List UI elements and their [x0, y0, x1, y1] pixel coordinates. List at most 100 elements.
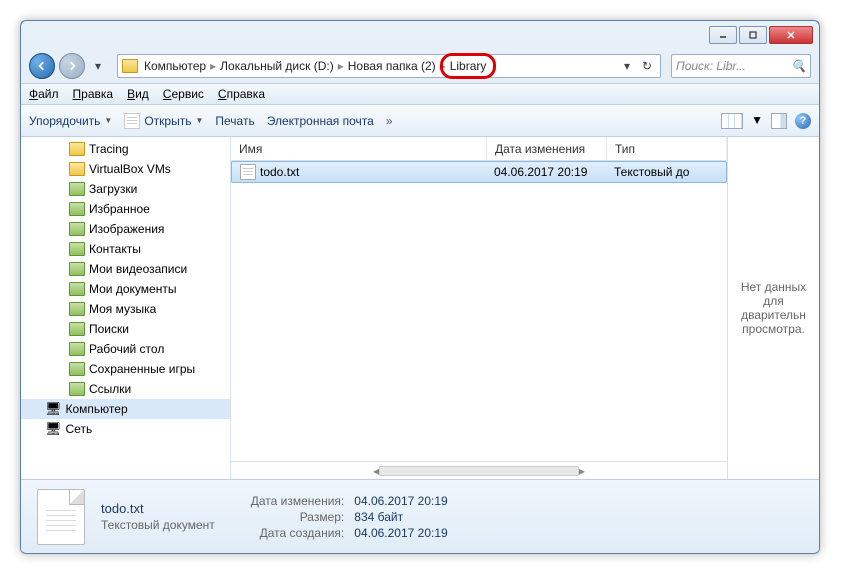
forward-button[interactable]	[59, 53, 85, 79]
sidebar-item-label: Избранное	[89, 202, 150, 216]
sidebar-item[interactable]: Мои документы	[21, 279, 230, 299]
menu-tools[interactable]: Сервис	[163, 87, 204, 101]
menu-bar: Файл Правка Вид Сервис Справка	[21, 83, 819, 105]
search-placeholder: Поиск: Libr...	[676, 59, 746, 73]
special-icon	[69, 202, 85, 216]
sidebar-item[interactable]: Ссылки	[21, 379, 230, 399]
details-filetype: Текстовый документ	[101, 518, 215, 532]
preview-empty-text: Нет данных для дварительн просмотра.	[736, 280, 811, 336]
breadcrumb-item[interactable]: Новая папка (2)	[346, 59, 438, 73]
prop-label: Размер:	[251, 510, 345, 524]
prop-label: Дата создания:	[251, 526, 345, 540]
folder-icon	[69, 162, 85, 176]
sidebar-item-label: Загрузки	[89, 182, 137, 196]
sidebar-item-label: Мои документы	[89, 282, 176, 296]
sidebar-item-label: Поиски	[89, 322, 129, 336]
sidebar-item[interactable]: 🖥 Сеть	[21, 419, 230, 439]
menu-file[interactable]: Файл	[29, 87, 59, 101]
column-name[interactable]: Имя	[231, 137, 487, 160]
special-icon	[69, 182, 85, 196]
folder-tree[interactable]: Tracing VirtualBox VMs Загрузки Избранное Из…	[21, 137, 230, 479]
toolbar-overflow[interactable]: »	[386, 114, 393, 128]
folder-icon	[122, 59, 138, 73]
special-icon	[69, 242, 85, 256]
file-type-icon	[37, 489, 85, 545]
file-name: todo.txt	[260, 165, 299, 179]
file-type: Текстовый до	[606, 165, 726, 179]
search-input[interactable]: Поиск: Libr... 🔍	[671, 54, 811, 78]
navigation-pane: Tracing VirtualBox VMs Загрузки Избранное Из…	[21, 137, 231, 479]
column-type[interactable]: Тип	[607, 137, 727, 160]
special-icon	[69, 262, 85, 276]
sidebar-item-label: Мои видеозаписи	[89, 262, 187, 276]
refresh-button[interactable]: ↻	[638, 57, 656, 75]
sidebar-item[interactable]: 🖥Компьютер	[21, 399, 230, 419]
horizontal-scrollbar[interactable]: ◂ ▸	[231, 461, 727, 479]
help-button[interactable]: ?	[795, 113, 811, 129]
sidebar-item[interactable]: Рабочий стол	[21, 339, 230, 359]
explorer-window: ▾ Компьютер ▸ Локальный диск (D:) ▸ Нова…	[20, 20, 820, 554]
email-button[interactable]: Электронная почта	[267, 114, 374, 128]
sidebar-item-label: Изображения	[89, 222, 164, 236]
menu-help[interactable]: Справка	[218, 87, 265, 101]
chevron-right-icon[interactable]: ▸	[208, 59, 218, 73]
view-dropdown[interactable]: ▼	[751, 113, 763, 129]
menu-view[interactable]: Вид	[127, 87, 149, 101]
breadcrumb-item[interactable]: Компьютер	[142, 59, 208, 73]
maximize-button[interactable]	[739, 26, 767, 44]
preview-pane-button[interactable]	[771, 113, 787, 129]
back-button[interactable]	[29, 53, 55, 79]
minimize-button[interactable]	[709, 26, 737, 44]
file-list-pane: Имя Дата изменения Тип todo.txt04.06.201…	[231, 137, 727, 479]
content-area: Tracing VirtualBox VMs Загрузки Избранное Из…	[21, 137, 819, 479]
menu-edit[interactable]: Правка	[73, 87, 114, 101]
open-button[interactable]: Открыть▼	[124, 113, 203, 129]
details-filename: todo.txt	[101, 501, 215, 516]
close-button[interactable]	[769, 26, 813, 44]
folder-icon	[69, 142, 85, 156]
special-icon	[69, 342, 85, 356]
document-icon	[124, 113, 140, 129]
file-list[interactable]: todo.txt04.06.2017 20:19Текстовый до	[231, 161, 727, 461]
address-dropdown[interactable]: ▾	[618, 57, 636, 75]
sidebar-item[interactable]: Моя музыка	[21, 299, 230, 319]
sidebar-item-label: Компьютер	[66, 402, 128, 416]
sidebar-item[interactable]: Изображения	[21, 219, 230, 239]
print-button[interactable]: Печать	[215, 114, 254, 128]
prop-label: Дата изменения:	[251, 494, 345, 508]
sidebar-item[interactable]: Поиски	[21, 319, 230, 339]
special-icon	[69, 322, 85, 336]
sidebar-item[interactable]: VirtualBox VMs	[21, 159, 230, 179]
nav-history-dropdown[interactable]: ▾	[89, 57, 107, 75]
sidebar-item[interactable]: Контакты	[21, 239, 230, 259]
special-icon	[69, 282, 85, 296]
sidebar-item-label: VirtualBox VMs	[89, 162, 171, 176]
sidebar-item-label: Сеть	[66, 422, 93, 436]
address-bar[interactable]: Компьютер ▸ Локальный диск (D:) ▸ Новая …	[117, 54, 661, 78]
sidebar-item-label: Моя музыка	[89, 302, 156, 316]
sidebar-item[interactable]: Избранное	[21, 199, 230, 219]
special-icon	[69, 382, 85, 396]
view-mode-button[interactable]	[721, 113, 743, 129]
sidebar-item[interactable]: Загрузки	[21, 179, 230, 199]
column-date[interactable]: Дата изменения	[487, 137, 607, 160]
prop-value: 04.06.2017 20:19	[354, 494, 447, 508]
organize-button[interactable]: Упорядочить▼	[29, 114, 112, 128]
special-icon	[69, 302, 85, 316]
sidebar-item-label: Контакты	[89, 242, 141, 256]
details-pane: todo.txt Текстовый документ Дата изменен…	[21, 479, 819, 553]
search-icon: 🔍	[791, 59, 806, 73]
prop-value: 04.06.2017 20:19	[354, 526, 447, 540]
sidebar-item[interactable]: Сохраненные игры	[21, 359, 230, 379]
special-icon	[69, 222, 85, 236]
breadcrumb-item-current[interactable]: Library	[448, 59, 489, 73]
text-file-icon	[240, 164, 256, 180]
comp-icon: 🖥	[45, 421, 62, 437]
sidebar-item[interactable]: Tracing	[21, 139, 230, 159]
sidebar-item[interactable]: Мои видеозаписи	[21, 259, 230, 279]
breadcrumb-item[interactable]: Локальный диск (D:)	[218, 59, 336, 73]
titlebar	[21, 21, 819, 49]
file-row[interactable]: todo.txt04.06.2017 20:19Текстовый до	[231, 161, 727, 183]
preview-pane: Нет данных для дварительн просмотра.	[727, 137, 819, 479]
chevron-right-icon[interactable]: ▸	[336, 59, 346, 73]
